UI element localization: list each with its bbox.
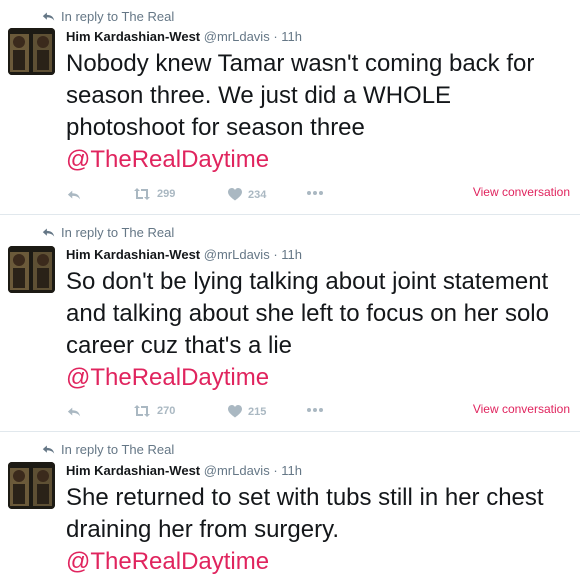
mention-link[interactable]: @TheRealDaytime <box>66 546 576 578</box>
reply-arrow-icon <box>42 12 55 21</box>
reply-context-text: In reply to The Real <box>61 225 175 240</box>
retweet-icon <box>134 405 150 417</box>
user-handle[interactable]: @mrLdavis <box>204 29 270 44</box>
reply-icon <box>67 407 81 417</box>
divider <box>0 431 580 432</box>
tweet-body: She returned to set with tubs still in h… <box>66 484 544 543</box>
retweet-count: 270 <box>157 405 176 417</box>
more-dots-icon <box>307 408 323 412</box>
retweet-count: 299 <box>157 188 176 200</box>
timestamp[interactable]: · 11h <box>273 247 302 262</box>
like-button[interactable]: 215 <box>228 405 266 418</box>
display-name[interactable]: Him Kardashian-West <box>66 29 200 44</box>
heart-icon <box>228 188 242 201</box>
more-dots-icon <box>307 191 323 195</box>
user-handle[interactable]: @mrLdavis <box>204 247 270 262</box>
reply-context-text: In reply to The Real <box>61 442 175 457</box>
tweet-3: In reply to The Real Him Kardashian-West… <box>0 433 580 584</box>
tweet-text: So don't be lying talking about joint st… <box>66 266 576 394</box>
like-button[interactable]: 234 <box>228 188 266 201</box>
view-conversation-link[interactable]: View conversation <box>473 185 570 199</box>
reply-icon <box>67 190 81 200</box>
reply-context[interactable]: In reply to The Real <box>42 442 174 457</box>
mention-link[interactable]: @TheRealDaytime <box>66 362 576 394</box>
avatar[interactable] <box>8 28 55 75</box>
tweet-body: So don't be lying talking about joint st… <box>66 268 549 359</box>
like-count: 234 <box>248 188 267 201</box>
like-count: 215 <box>248 405 267 418</box>
tweet-text: Nobody knew Tamar wasn't coming back for… <box>66 48 576 176</box>
avatar[interactable] <box>8 246 55 293</box>
reply-arrow-icon <box>42 445 55 454</box>
reply-context-text: In reply to The Real <box>61 9 175 24</box>
more-button[interactable] <box>307 191 323 195</box>
tweet-2: In reply to The Real Him Kardashian-West… <box>0 216 580 432</box>
retweet-icon <box>134 188 150 200</box>
heart-icon <box>228 405 242 418</box>
avatar[interactable] <box>8 462 55 509</box>
reply-context[interactable]: In reply to The Real <box>42 225 174 240</box>
mention-link[interactable]: @TheRealDaytime <box>66 144 576 176</box>
reply-button[interactable] <box>66 405 82 419</box>
tweet-header: Him Kardashian-West @mrLdavis · 11h <box>66 29 302 44</box>
tweet-header: Him Kardashian-West @mrLdavis · 11h <box>66 463 302 478</box>
reply-button[interactable] <box>66 188 82 202</box>
display-name[interactable]: Him Kardashian-West <box>66 247 200 262</box>
timestamp[interactable]: · 11h <box>273 463 302 478</box>
tweet-header: Him Kardashian-West @mrLdavis · 11h <box>66 247 302 262</box>
reply-context[interactable]: In reply to The Real <box>42 9 174 24</box>
retweet-button[interactable]: 299 <box>133 188 175 200</box>
tweet-text: She returned to set with tubs still in h… <box>66 482 576 578</box>
tweet-1: In reply to The Real Him Kardashian-West… <box>0 0 580 215</box>
reply-arrow-icon <box>42 228 55 237</box>
more-button[interactable] <box>307 408 323 412</box>
display-name[interactable]: Him Kardashian-West <box>66 463 200 478</box>
user-handle[interactable]: @mrLdavis <box>204 463 270 478</box>
retweet-button[interactable]: 270 <box>133 405 175 417</box>
divider <box>0 214 580 215</box>
tweet-body: Nobody knew Tamar wasn't coming back for… <box>66 50 535 141</box>
timestamp[interactable]: · 11h <box>273 29 302 44</box>
view-conversation-link[interactable]: View conversation <box>473 402 570 416</box>
